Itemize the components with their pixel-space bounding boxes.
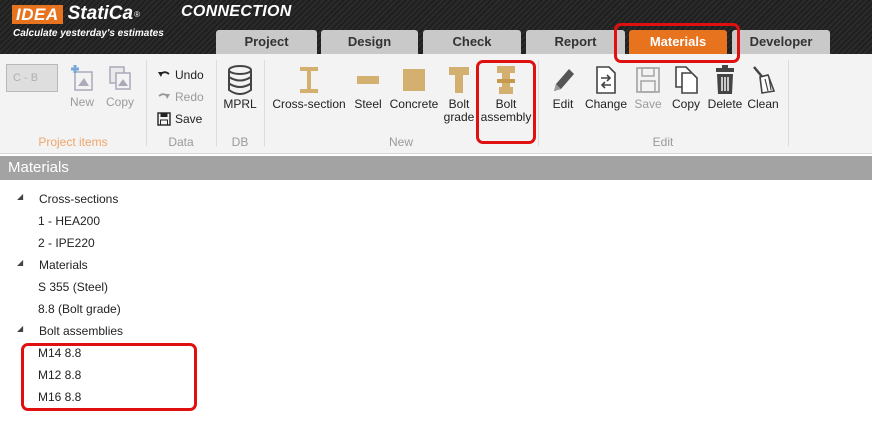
trash-icon [710, 64, 740, 96]
undo-button[interactable]: Undo [156, 68, 204, 82]
new-cross-section-button[interactable]: Cross-section [271, 64, 347, 111]
product-name: CONNECTION [181, 3, 292, 20]
collapse-toggle-icon[interactable]: ◢ [17, 324, 23, 333]
steel-label: Steel [354, 97, 382, 111]
save-material-label: Save [634, 97, 662, 111]
tab-project[interactable]: Project [216, 30, 317, 54]
copy-material-button[interactable]: Copy [670, 64, 702, 111]
group-label-data: Data [168, 135, 194, 149]
floppy-icon [633, 64, 663, 96]
collapse-toggle-icon[interactable]: ◢ [17, 258, 23, 267]
copy-icon [671, 64, 701, 96]
cross-section-label: Cross-section [272, 97, 346, 111]
main-tabs: Project Design Check Report Materials De… [0, 30, 872, 54]
group-label-project-items: Project items [38, 135, 108, 149]
change-label: Change [584, 97, 628, 111]
group-label-edit: Edit [652, 135, 674, 149]
floppy-icon [156, 112, 172, 126]
cross-section-icon [294, 64, 324, 96]
tab-developer[interactable]: Developer [732, 30, 830, 54]
tree-item-bolt-assembly[interactable]: M12 8.8 [38, 364, 81, 386]
bolt-grade-label-line2: grade [443, 110, 475, 124]
clean-label: Clean [747, 97, 779, 111]
new-item-icon [67, 62, 97, 94]
logo-brand: IDEA [12, 4, 63, 24]
edit-label: Edit [552, 97, 574, 111]
tab-materials[interactable]: Materials [629, 30, 727, 54]
clean-materials-button[interactable]: Clean [746, 64, 780, 111]
undo-icon [156, 68, 172, 82]
save-data-label: Save [175, 112, 203, 126]
logo-name: StatiCa [67, 3, 134, 24]
mprl-label: MPRL [223, 97, 257, 111]
delete-label: Delete [707, 97, 743, 111]
new-concrete-button[interactable]: Concrete [388, 64, 440, 111]
bolt-assembly-label-line2: assembly [480, 110, 532, 124]
copy-material-label: Copy [671, 97, 700, 111]
copy-project-item-label: Copy [105, 95, 134, 109]
tree-group-bolt-assemblies[interactable]: Bolt assemblies [39, 320, 123, 342]
bolt-grade-icon [444, 64, 474, 96]
panel-title: Materials [0, 156, 872, 180]
tree-group-cross-sections[interactable]: Cross-sections [39, 188, 118, 210]
project-item-combo[interactable]: C - B [6, 64, 58, 92]
app-logo: IDEA StatiCa ® [12, 3, 140, 25]
mprl-button[interactable]: MPRL [222, 64, 258, 111]
ribbon-separator [788, 60, 789, 146]
copy-item-icon [105, 62, 135, 94]
new-project-item-button[interactable]: New [66, 62, 98, 109]
ribbon-separator [146, 60, 147, 146]
bolt-assembly-icon [491, 64, 521, 96]
ribbon-separator [538, 60, 539, 146]
tab-check[interactable]: Check [423, 30, 521, 54]
redo-icon [156, 90, 172, 104]
tree-item-material[interactable]: S 355 (Steel) [38, 276, 108, 298]
document-swap-icon [591, 64, 621, 96]
collapse-toggle-icon[interactable]: ◢ [17, 192, 23, 201]
save-data-button[interactable]: Save [156, 112, 202, 126]
edit-material-button[interactable]: Edit [548, 64, 578, 111]
tree-item-cross-section[interactable]: 1 - HEA200 [38, 210, 100, 232]
tree-item-cross-section[interactable]: 2 - IPE220 [38, 232, 95, 254]
tree-group-materials[interactable]: Materials [39, 254, 88, 276]
undo-label: Undo [175, 68, 204, 82]
ribbon: C - B New Copy Project items Undo Redo S… [0, 54, 872, 154]
tree-item-bolt-assembly[interactable]: M14 8.8 [38, 342, 81, 364]
new-bolt-grade-button[interactable]: Bolt grade [442, 64, 476, 124]
concrete-label: Concrete [389, 97, 439, 111]
save-material-button[interactable]: Save [632, 64, 664, 111]
group-label-new: New [388, 135, 413, 149]
tree-item-bolt-assembly[interactable]: M16 8.8 [38, 386, 81, 408]
group-label-db: DB [231, 135, 249, 149]
new-bolt-assembly-button[interactable]: Bolt assembly [480, 64, 532, 124]
concrete-material-icon [399, 64, 429, 96]
logo-registered-mark: ® [134, 9, 140, 19]
change-material-button[interactable]: Change [584, 64, 628, 111]
pencil-icon [548, 64, 578, 96]
redo-label: Redo [175, 90, 204, 104]
redo-button[interactable]: Redo [156, 90, 204, 104]
delete-material-button[interactable]: Delete [706, 64, 744, 111]
broom-icon [748, 64, 778, 96]
database-icon [225, 64, 255, 96]
copy-project-item-button[interactable]: Copy [104, 62, 136, 109]
tab-report[interactable]: Report [526, 30, 625, 54]
steel-material-icon [353, 64, 383, 96]
ribbon-separator [264, 60, 265, 146]
tab-design[interactable]: Design [321, 30, 418, 54]
tree-item-material[interactable]: 8.8 (Bolt grade) [38, 298, 121, 320]
ribbon-separator [216, 60, 217, 146]
new-steel-button[interactable]: Steel [351, 64, 385, 111]
new-project-item-label: New [69, 95, 94, 109]
